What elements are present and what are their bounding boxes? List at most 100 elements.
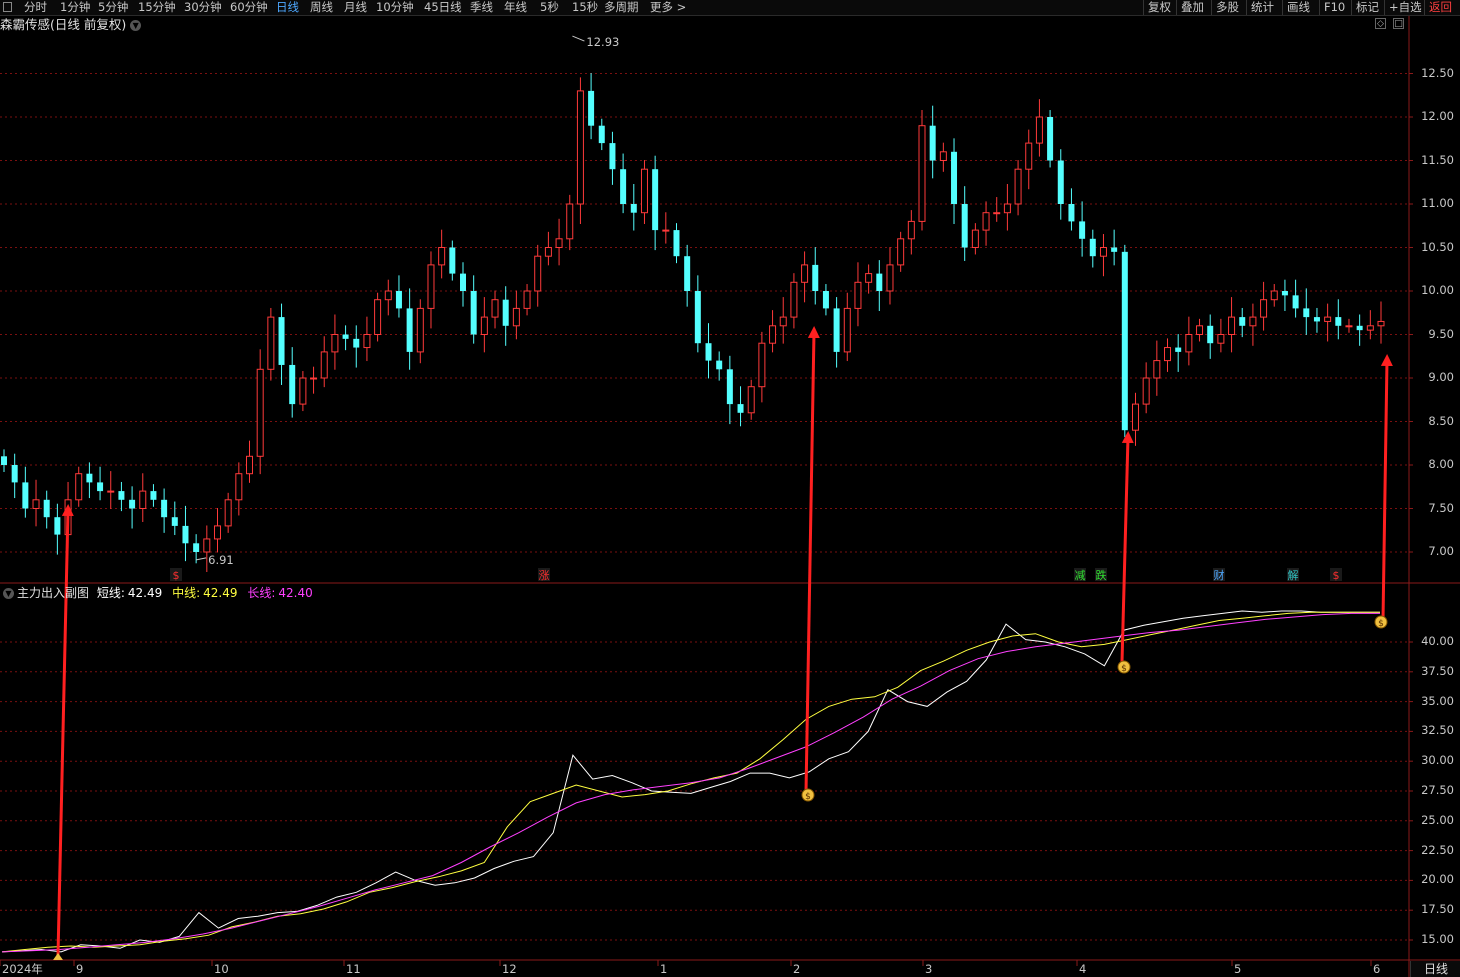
event-marker: 解 (1288, 568, 1299, 582)
candle-body-up (1324, 316, 1332, 322)
time-tick-label: 1 (660, 962, 668, 976)
candle-body-up (1164, 347, 1172, 362)
period-tag[interactable]: 日线 (1410, 961, 1460, 977)
candle-body-up (790, 281, 798, 318)
money-bag-symbol: $ (1121, 664, 1127, 674)
time-tick-label: 6 (1373, 962, 1381, 976)
candle-body-up (897, 238, 905, 266)
low-price-label: 6.91 (208, 553, 234, 567)
candle-body-up (363, 334, 371, 349)
indicator-tick-label: 22.50 (1421, 842, 1454, 857)
candle-body-up (267, 316, 275, 370)
time-tick-label: 2 (793, 962, 801, 976)
candle-body-up (75, 473, 83, 501)
candle-body-up (982, 212, 990, 231)
candle-body-up (1014, 168, 1022, 205)
candle-body-up (747, 386, 755, 414)
candle-body-down (876, 273, 883, 291)
candle-body-up (310, 377, 318, 380)
event-marker: 涨 (539, 569, 550, 582)
candle-body-down (161, 499, 168, 518)
candle-body-up (769, 325, 777, 344)
time-tick-label: 12 (502, 962, 517, 976)
candle-body-up (246, 455, 254, 475)
low-pointer (196, 557, 207, 561)
candle-body-down (86, 473, 93, 483)
candle-body-up (320, 351, 328, 379)
time-tick-label: 4 (1079, 962, 1087, 976)
candle-body-up (1345, 325, 1353, 328)
indicator-line-1 (1, 611, 1381, 953)
chevron-down-icon[interactable]: ▼ (3, 588, 14, 599)
candle-body-down (630, 204, 637, 213)
candle-body-down (1239, 317, 1246, 326)
candle-body-up (374, 299, 382, 336)
candle-body-down (502, 299, 509, 326)
candle-body-down (1292, 295, 1299, 309)
candle-body-down (129, 499, 136, 509)
candle-body-down (22, 482, 29, 509)
price-tick-label: 9.50 (1428, 326, 1454, 341)
candle-body-down (652, 169, 659, 231)
candle-body-down (1089, 238, 1096, 257)
candle-body-up (139, 490, 147, 510)
indicator-line-2 (1, 612, 1380, 953)
candle-body-up (203, 538, 211, 553)
event-marker: $ (1333, 569, 1340, 582)
candle-body-up (907, 220, 915, 240)
price-tick-label: 7.00 (1428, 544, 1454, 558)
candle-body-down (705, 343, 712, 361)
candle-body-up (865, 273, 873, 283)
candle-body-up (758, 342, 766, 388)
time-tick-label: 11 (346, 962, 361, 976)
candle-body-up (1099, 247, 1107, 257)
price-tick-label: 11.50 (1421, 152, 1454, 167)
candle-body-down (97, 482, 104, 492)
candle-body-up (480, 316, 488, 336)
high-pointer (572, 35, 585, 42)
candle-body-down (449, 247, 456, 274)
candle-body-down (951, 151, 958, 204)
candle-body-down (171, 517, 178, 526)
candle-body-up (1185, 334, 1193, 353)
price-tick-label: 8.50 (1428, 413, 1454, 428)
candle-body-down (406, 308, 413, 352)
candle-body-down (395, 291, 402, 309)
candle-body-down (1313, 317, 1320, 322)
candle-body-down (150, 491, 157, 500)
time-tick-label: 2024年 (2, 962, 43, 976)
candle-body-up (1366, 325, 1374, 331)
candle-body-down (342, 334, 349, 339)
candle-body-down (609, 143, 616, 170)
candle-body-down (1, 456, 7, 465)
price-tick-label: 10.50 (1421, 239, 1454, 254)
indicator-tick-label: 35.00 (1421, 693, 1454, 708)
indicator-tick-label: 17.50 (1421, 902, 1454, 917)
event-marker: 财 (1214, 568, 1225, 582)
money-bag-symbol: $ (1378, 619, 1384, 629)
indicator-tick-label: 27.50 (1421, 783, 1454, 797)
time-tick-label: 10 (214, 962, 229, 976)
long-label: 长线: (247, 586, 276, 600)
candle-body-up (918, 125, 926, 222)
price-tick-label: 12.00 (1421, 109, 1454, 123)
indicator-tick-label: 30.00 (1421, 753, 1454, 768)
candle-body-up (971, 229, 979, 249)
candle-body-down (1335, 317, 1342, 326)
candle-body-down (1079, 221, 1086, 239)
candle-body-down (737, 404, 744, 413)
candle-body-down (182, 525, 189, 544)
candle-body-down (278, 317, 285, 365)
candle-body-down (353, 338, 360, 348)
indicator-header: ▼ 主力出入副图 短线: 42.49 中线: 42.49 长线: 42.40 (0, 585, 313, 601)
candle-body-down (620, 169, 627, 204)
candle-body-up (1249, 316, 1257, 327)
high-price-label: 12.93 (586, 35, 619, 49)
candle-body-up (224, 499, 232, 527)
candle-body-up (416, 307, 424, 353)
candle-body-up (939, 151, 947, 162)
indicator-tick-label: 25.00 (1421, 812, 1454, 827)
candle-body-down (193, 543, 200, 552)
candle-body-down (1068, 204, 1075, 222)
candle-body-down (822, 291, 829, 309)
